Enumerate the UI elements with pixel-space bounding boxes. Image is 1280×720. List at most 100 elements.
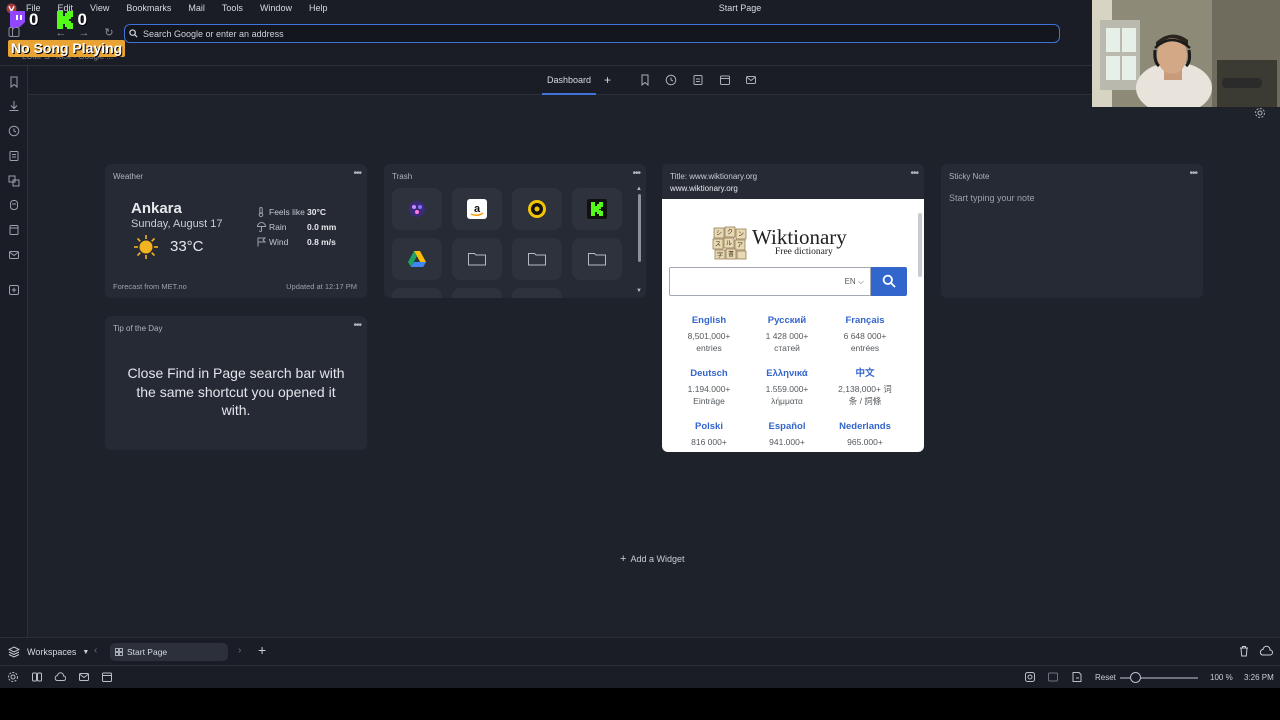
language-link-german[interactable]: Deutsch 1.194.000+ Einträge <box>670 368 748 407</box>
workspaces-button[interactable]: Workspaces ▼ <box>8 646 89 658</box>
plus-icon: + <box>620 553 627 565</box>
widget-title: Sticky Note <box>949 172 990 181</box>
tip-text: Close Find in Page search bar with the s… <box>127 365 345 418</box>
capture-icon[interactable] <box>1024 671 1036 683</box>
tab-scroll-left-icon[interactable]: ‹ <box>94 645 97 656</box>
trash-tile[interactable] <box>572 238 622 280</box>
wiktionary-search-input[interactable]: EN ⌵ <box>669 267 871 296</box>
language-link-polish[interactable]: Polski 816 000+ <box>670 421 748 448</box>
language-select[interactable]: EN ⌵ <box>845 277 864 287</box>
bookmark-icon[interactable] <box>639 74 651 86</box>
trash-tile[interactable] <box>512 188 562 230</box>
wiktionary-tagline: Free dictionary <box>775 247 833 257</box>
address-input[interactable] <box>143 28 1043 39</box>
trash-tile[interactable] <box>392 238 442 280</box>
trash-tile[interactable] <box>452 288 502 298</box>
menu-tools[interactable]: Tools <box>222 3 243 13</box>
window-icon[interactable] <box>8 224 20 236</box>
widget-menu-icon[interactable]: ••• <box>353 168 361 179</box>
translate-icon[interactable] <box>8 175 20 187</box>
trash-icon[interactable] <box>1238 645 1250 657</box>
widget-menu-icon[interactable]: ••• <box>632 168 640 179</box>
svg-text:ン: ン <box>738 231 744 238</box>
scrollbar[interactable] <box>918 213 922 277</box>
widget-menu-icon[interactable]: ••• <box>910 168 918 179</box>
downloads-icon[interactable] <box>8 100 20 112</box>
bookmarks-icon[interactable] <box>8 76 20 88</box>
mail-icon[interactable] <box>78 671 90 683</box>
cloud-icon[interactable] <box>1259 645 1273 657</box>
widget-title: Tip of the Day <box>113 324 163 333</box>
address-row: ← → ↻ <box>0 16 1092 50</box>
sticky-note-input[interactable]: Start typing your note <box>949 193 1035 203</box>
menu-window[interactable]: Window <box>260 3 292 13</box>
trash-tile[interactable] <box>392 288 442 298</box>
tab-dashboard[interactable]: Dashboard <box>542 66 596 95</box>
panel-toggle-icon[interactable] <box>31 671 43 683</box>
add-panel-icon[interactable] <box>8 284 20 296</box>
tab-scroll-right-icon[interactable]: › <box>238 645 241 656</box>
window-title: Start Page <box>718 3 762 13</box>
menu-bookmarks[interactable]: Bookmarks <box>126 3 171 13</box>
add-widget-button[interactable]: + Add a Widget <box>620 553 684 565</box>
mail-icon[interactable] <box>745 74 757 86</box>
language-link-russian[interactable]: Русский 1 428 000+ статей <box>748 315 826 354</box>
language-link-french[interactable]: Français 6 648 000+ entrées <box>826 315 904 354</box>
svg-text:書: 書 <box>728 250 734 258</box>
scrollbar[interactable] <box>638 194 641 262</box>
svg-text:a: a <box>474 203 481 215</box>
page-actions-icon[interactable] <box>1071 671 1083 683</box>
reading-list-icon[interactable] <box>8 199 20 211</box>
trash-widget: Trash ••• a ▲ ▼ <box>384 164 646 298</box>
trash-tile[interactable] <box>572 188 622 230</box>
menu-mail[interactable]: Mail <box>188 3 205 13</box>
notes-icon[interactable] <box>8 150 20 162</box>
weather-temperature: 33°C <box>170 238 204 255</box>
mail-icon[interactable] <box>8 249 20 261</box>
settings-icon[interactable] <box>7 671 19 683</box>
twitch-icon <box>10 11 25 30</box>
tab-bar: Workspaces ▼ ‹ Start Page › + <box>0 637 1280 665</box>
settings-gear-icon[interactable] <box>1254 107 1266 119</box>
trash-tile[interactable]: a <box>452 188 502 230</box>
calendar-icon[interactable] <box>719 74 731 86</box>
sync-cloud-icon[interactable] <box>54 671 66 683</box>
widget-menu-icon[interactable]: ••• <box>353 320 361 331</box>
svg-text:ス: ス <box>715 241 721 248</box>
language-link-spanish[interactable]: Español 941.000+ <box>748 421 826 448</box>
music-icon <box>528 200 546 218</box>
trash-tile[interactable] <box>392 188 442 230</box>
trash-tile[interactable] <box>512 238 562 280</box>
language-link-chinese[interactable]: 中文 2,138,000+ 词条 / 詞條 <box>826 368 904 407</box>
address-bar[interactable] <box>124 24 1060 43</box>
zoom-slider-handle[interactable] <box>1130 672 1142 683</box>
tiling-icon[interactable] <box>1047 671 1059 683</box>
reading-list-icon[interactable] <box>692 74 704 86</box>
folder-icon <box>588 253 606 266</box>
browser-window: File Edit View Bookmarks Mail Tools Wind… <box>0 0 1280 688</box>
kick-icon <box>57 11 74 29</box>
tab-start-page[interactable]: Start Page <box>110 643 228 661</box>
trash-tile[interactable] <box>452 238 502 280</box>
history-icon[interactable] <box>665 74 677 86</box>
add-dashboard-button[interactable]: + <box>604 73 611 87</box>
widget-menu-icon[interactable]: ••• <box>1189 168 1197 179</box>
language-link-greek[interactable]: Ελληνικά 1.559.000+ λήμματα <box>748 368 826 407</box>
widget-url: www.wiktionary.org <box>670 184 738 193</box>
history-icon[interactable] <box>8 125 20 137</box>
umbrella-icon <box>257 222 266 232</box>
screen-bottom-bar <box>0 688 1280 720</box>
calendar-icon[interactable] <box>101 671 113 683</box>
kick-icon <box>587 199 607 219</box>
scroll-up-icon[interactable]: ▲ <box>636 186 642 192</box>
thermometer-icon <box>258 207 264 217</box>
language-link-dutch[interactable]: Nederlands 965.000+ <box>826 421 904 448</box>
zoom-reset-button[interactable]: Reset <box>1095 673 1116 682</box>
svg-text:ク: ク <box>727 229 733 236</box>
menu-help[interactable]: Help <box>309 3 328 13</box>
scroll-down-icon[interactable]: ▼ <box>636 288 642 294</box>
trash-tile[interactable] <box>512 288 562 298</box>
wiktionary-search-button[interactable] <box>871 267 907 296</box>
language-link-english[interactable]: English 8,501,000+ entries <box>670 315 748 354</box>
new-tab-button[interactable]: + <box>258 642 266 658</box>
